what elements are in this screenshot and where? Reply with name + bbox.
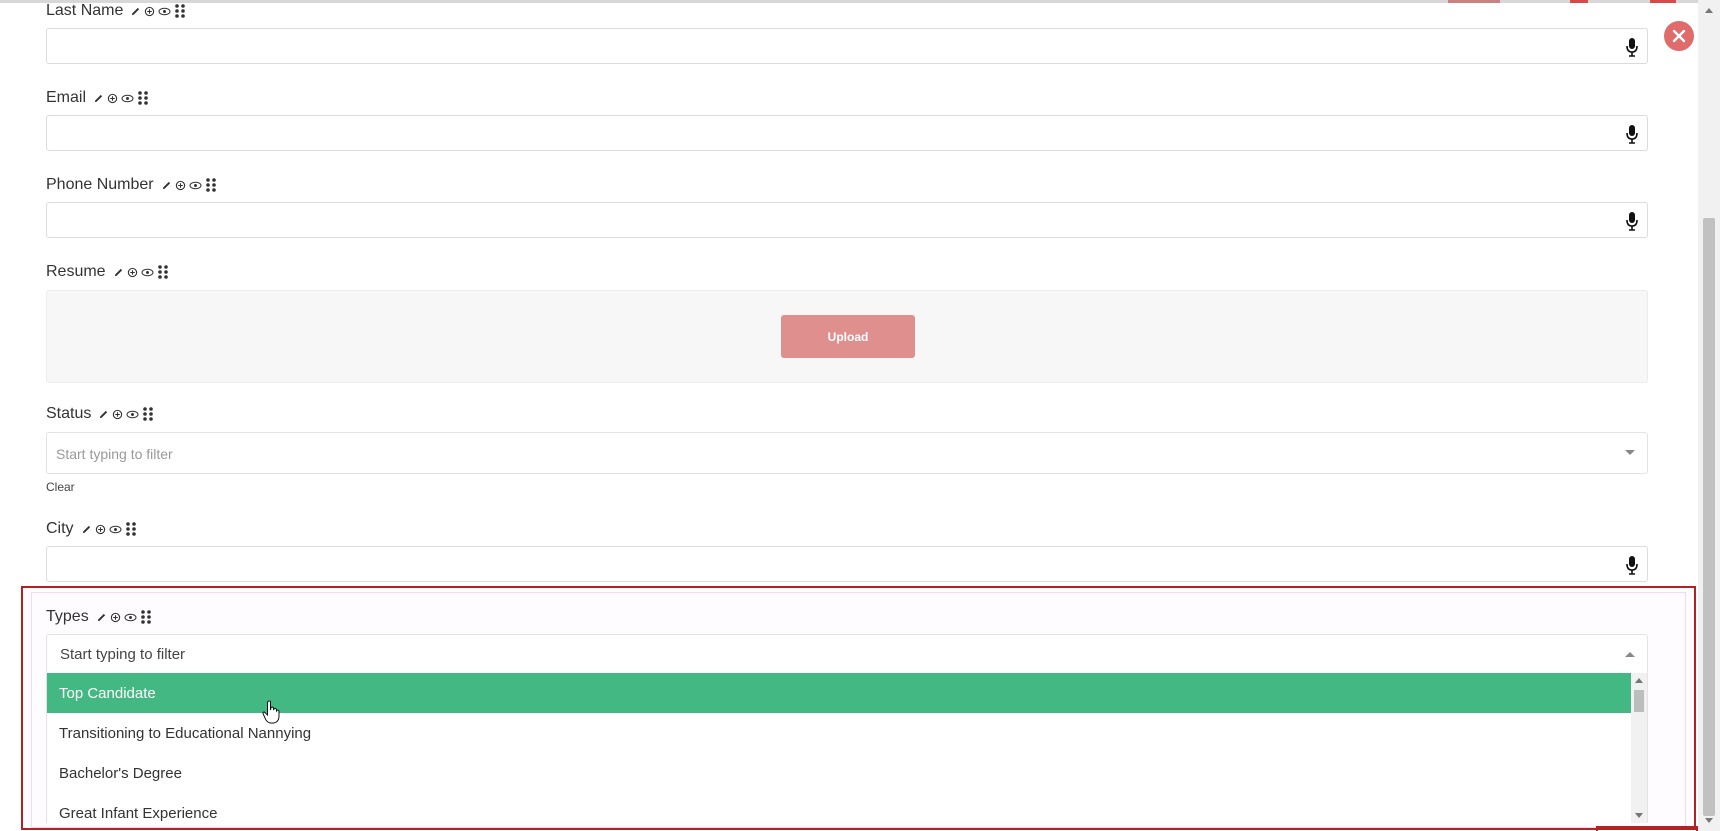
drag-handle-icon[interactable] — [174, 3, 186, 19]
microphone-icon[interactable] — [1625, 37, 1639, 57]
email-label-row: Email — [46, 89, 149, 107]
top-strip-indicator — [1570, 0, 1588, 3]
page-scrollbar[interactable] — [1698, 0, 1720, 831]
field-tools — [93, 90, 149, 106]
dropdown-option[interactable]: Great Infant Experience — [47, 793, 1631, 823]
upload-button[interactable]: Upload — [781, 315, 915, 358]
last-name-label: Last Name — [46, 2, 124, 19]
plus-circle-icon[interactable] — [175, 180, 186, 191]
plus-circle-icon[interactable] — [127, 267, 138, 278]
scroll-down-arrow-icon[interactable] — [1635, 813, 1643, 818]
drag-handle-icon[interactable] — [157, 264, 169, 280]
drag-handle-icon[interactable] — [142, 406, 154, 422]
pencil-icon[interactable] — [130, 6, 141, 17]
plus-circle-icon[interactable] — [107, 93, 118, 104]
city-label: City — [46, 520, 74, 537]
email-input[interactable] — [46, 115, 1648, 151]
close-button[interactable] — [1664, 21, 1694, 51]
eye-icon[interactable] — [121, 93, 134, 104]
field-tools — [113, 264, 169, 280]
top-strip — [0, 0, 1720, 3]
microphone-icon[interactable] — [1625, 555, 1639, 575]
plus-circle-icon[interactable] — [95, 524, 106, 535]
field-tools — [98, 406, 154, 422]
field-tools — [81, 521, 137, 537]
page-scrollbar-thumb[interactable] — [1703, 218, 1715, 816]
drag-handle-icon[interactable] — [125, 521, 137, 537]
scroll-up-arrow-icon[interactable] — [1705, 8, 1713, 13]
dropdown-scrollbar-thumb[interactable] — [1634, 690, 1644, 712]
drag-handle-icon[interactable] — [205, 177, 217, 193]
eye-icon[interactable] — [158, 6, 171, 17]
close-icon — [1672, 29, 1686, 43]
types-select[interactable]: Start typing to filter — [46, 634, 1648, 674]
eye-icon[interactable] — [189, 180, 202, 191]
drag-handle-icon[interactable] — [137, 90, 149, 106]
eye-icon[interactable] — [126, 409, 139, 420]
pencil-icon[interactable] — [81, 524, 92, 535]
last-name-label-row: Last Name — [46, 2, 186, 20]
scroll-down-arrow-icon[interactable] — [1705, 818, 1713, 823]
microphone-icon[interactable] — [1625, 211, 1639, 231]
pencil-icon[interactable] — [98, 409, 109, 420]
resume-label-row: Resume — [46, 263, 169, 281]
status-label-row: Status — [46, 405, 154, 423]
resume-upload-area[interactable]: Upload — [46, 290, 1648, 383]
microphone-icon[interactable] — [1625, 124, 1639, 144]
top-strip-indicator — [1650, 0, 1676, 3]
status-select-placeholder: Start typing to filter — [56, 446, 173, 462]
email-label: Email — [46, 89, 87, 106]
pencil-icon[interactable] — [93, 93, 104, 104]
phone-label: Phone Number — [46, 176, 154, 193]
plus-circle-icon[interactable] — [112, 409, 123, 420]
eye-icon[interactable] — [124, 612, 137, 623]
types-label-row: Types — [46, 608, 152, 626]
scroll-up-arrow-icon[interactable] — [1635, 678, 1643, 683]
top-strip-tab — [1448, 0, 1500, 3]
field-tools — [161, 177, 217, 193]
phone-input[interactable] — [46, 202, 1648, 238]
chevron-down-icon[interactable] — [1625, 450, 1635, 455]
dropdown-option[interactable]: Bachelor's Degree — [47, 753, 1631, 793]
types-label: Types — [46, 608, 89, 625]
status-select[interactable]: Start typing to filter — [46, 432, 1648, 474]
resume-label: Resume — [46, 263, 106, 280]
status-clear-link[interactable]: Clear — [46, 480, 75, 494]
types-dropdown-list[interactable]: Top Candidate Transitioning to Education… — [46, 673, 1648, 823]
dropdown-scrollbar[interactable] — [1631, 673, 1647, 823]
last-name-input[interactable] — [46, 28, 1648, 64]
phone-label-row: Phone Number — [46, 176, 217, 194]
pencil-icon[interactable] — [113, 267, 124, 278]
eye-icon[interactable] — [141, 267, 154, 278]
plus-circle-icon[interactable] — [144, 6, 155, 17]
drag-handle-icon[interactable] — [140, 609, 152, 625]
pencil-icon[interactable] — [161, 180, 172, 191]
city-label-row: City — [46, 520, 137, 538]
dropdown-option[interactable]: Top Candidate — [47, 673, 1631, 713]
dropdown-option[interactable]: Transitioning to Educational Nannying — [47, 713, 1631, 753]
selection-outline-fragment — [1596, 826, 1698, 831]
pencil-icon[interactable] — [96, 612, 107, 623]
city-input[interactable] — [46, 546, 1648, 582]
types-select-placeholder: Start typing to filter — [60, 646, 186, 663]
chevron-up-icon[interactable] — [1625, 652, 1635, 657]
hand-cursor-icon — [262, 700, 280, 724]
eye-icon[interactable] — [109, 524, 122, 535]
field-tools — [96, 609, 152, 625]
status-label: Status — [46, 405, 92, 422]
field-tools — [130, 3, 186, 19]
plus-circle-icon[interactable] — [110, 612, 121, 623]
